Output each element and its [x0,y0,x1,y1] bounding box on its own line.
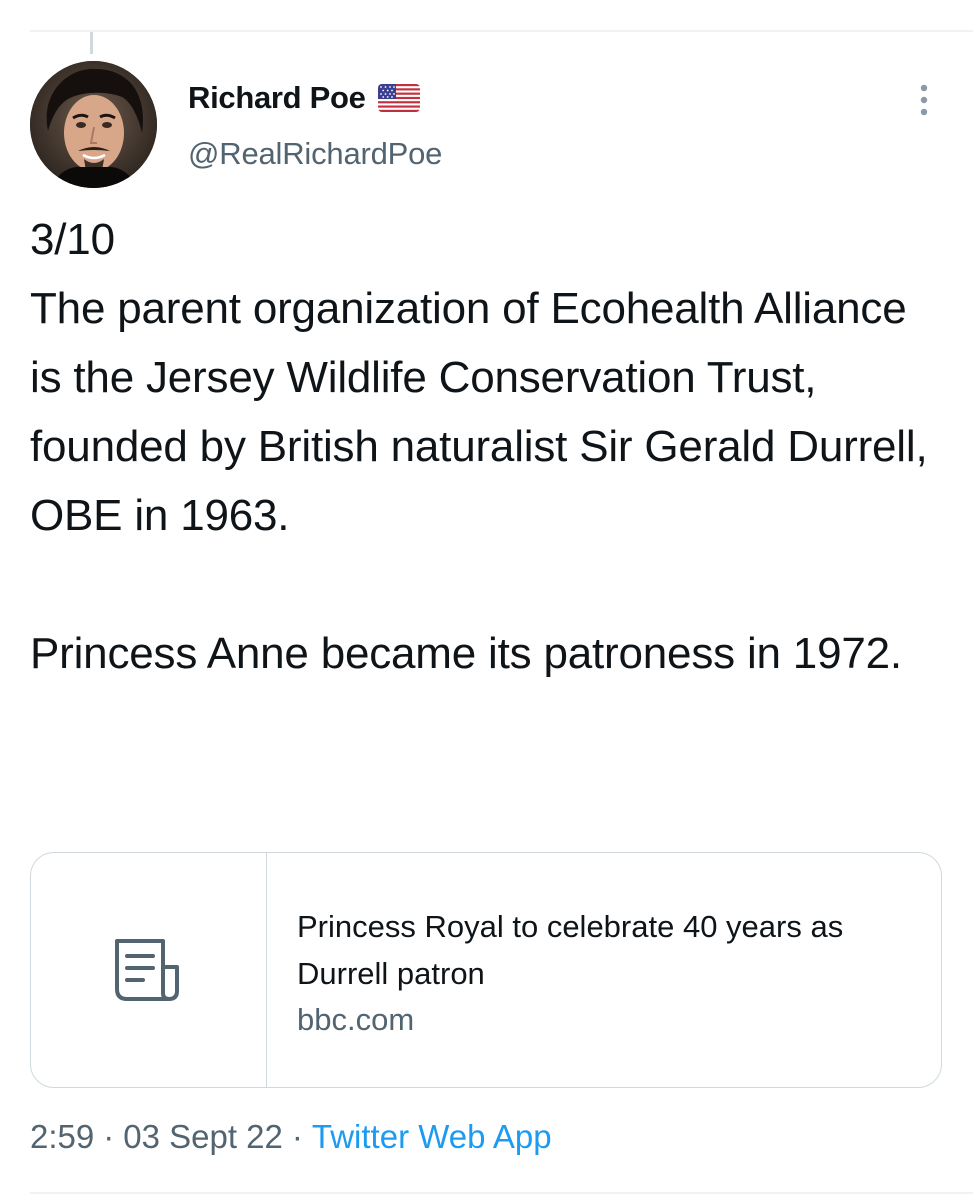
author-avatar[interactable] [30,61,157,188]
tweet-date[interactable]: 03 Sept 22 [123,1118,283,1156]
meta-separator: · [291,1118,303,1155]
link-card-title: Princess Royal to celebrate 40 years as … [297,909,844,991]
tweet-meta: 2:59 · 03 Sept 22 · Twitter Web App [30,1118,552,1156]
top-divider [30,30,973,32]
author-handle[interactable]: @RealRichardPoe [188,136,442,172]
more-options-button[interactable] [904,80,944,120]
tweet-text: 3/10 The parent organization of Ecohealt… [30,215,928,678]
tweet-time[interactable]: 2:59 [30,1118,94,1156]
author-display-name[interactable]: Richard Poe [188,80,366,116]
bottom-divider [30,1192,973,1194]
author-name-row: Richard Poe [188,78,420,118]
more-vertical-icon [920,84,928,116]
thread-connector-line [90,32,93,54]
link-preview-card[interactable]: Princess Royal to celebrate 40 years as … [30,852,942,1088]
link-card-thumbnail [31,853,267,1087]
tweet-source-link[interactable]: Twitter Web App [312,1118,552,1156]
us-flag-icon [377,84,420,112]
link-card-domain: bbc.com [297,1002,415,1037]
article-icon [114,939,179,1001]
meta-separator: · [103,1118,115,1155]
link-card-body: Princess Royal to celebrate 40 years as … [267,853,941,1087]
